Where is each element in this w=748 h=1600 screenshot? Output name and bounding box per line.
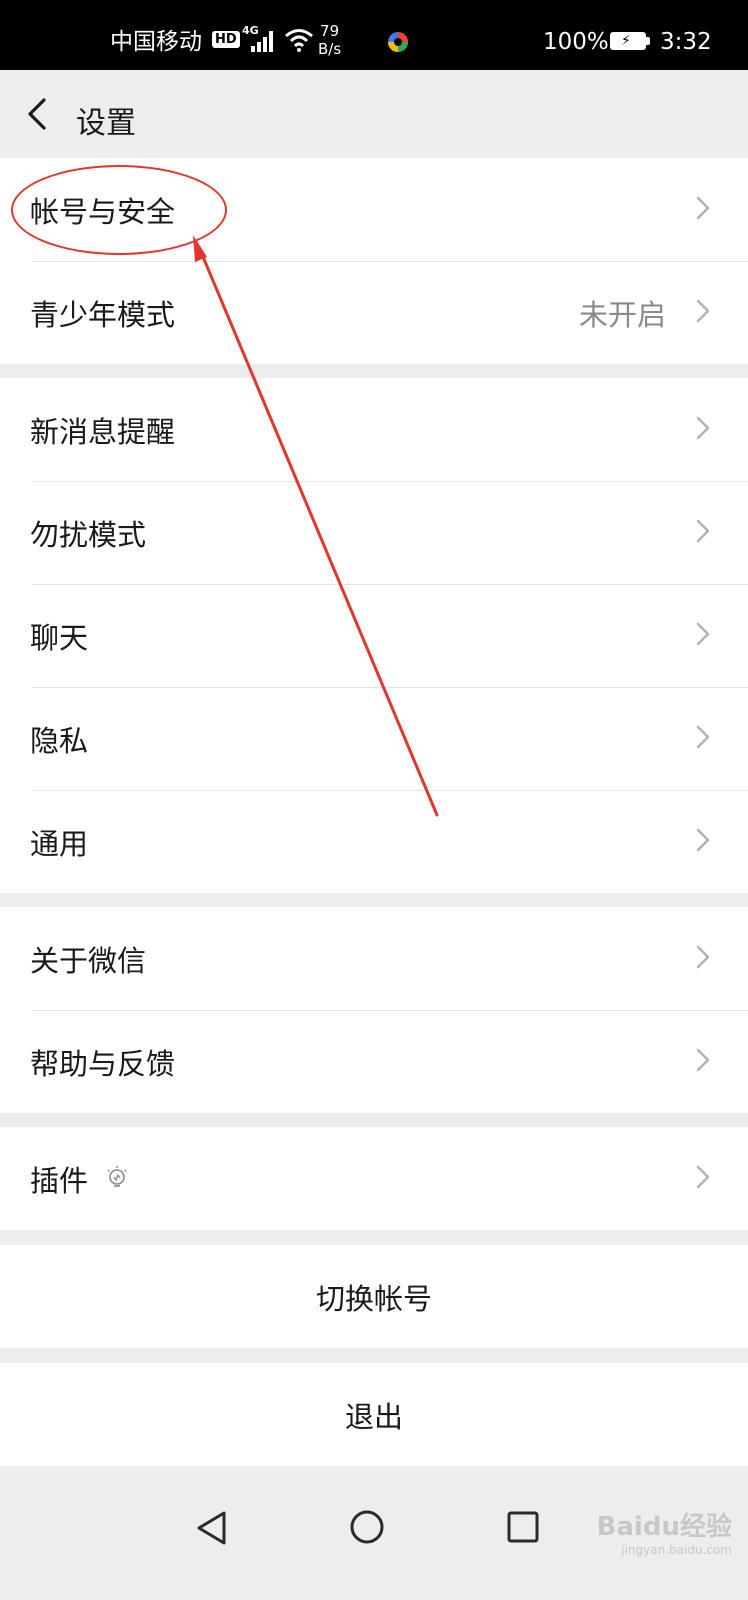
app-notification-icon (386, 30, 410, 54)
signal-icon (250, 30, 276, 52)
settings-item-do-not-disturb[interactable]: 勿扰模式 (0, 481, 748, 584)
hd-badge: HD (212, 31, 240, 48)
settings-item-label: 帐号与安全 (30, 194, 176, 229)
back-button[interactable] (20, 92, 64, 136)
settings-item-label: 隐私 (30, 723, 89, 758)
settings-item-about[interactable]: 关于微信 (0, 907, 748, 1010)
settings-item-chat[interactable]: 聊天 (0, 584, 748, 687)
watermark-url: jingyan.baidu.com (621, 1543, 732, 1557)
chevron-right-icon (696, 828, 710, 852)
settings-group-plugins: 插件 (0, 1127, 748, 1230)
switch-account-label: 切换帐号 (315, 1281, 432, 1316)
status-bar: 中国移动 HD 4G 79 B/s 100% ⚡ 3:32 (0, 0, 748, 70)
settings-group-about: 关于微信 帮助与反馈 (0, 907, 748, 1113)
settings-item-account-security[interactable]: 帐号与安全 (0, 158, 748, 261)
settings-item-label: 通用 (30, 826, 89, 861)
settings-item-general[interactable]: 通用 (0, 790, 748, 893)
battery-percent: 100% (543, 29, 609, 55)
teen-mode-status: 未开启 (578, 297, 666, 332)
battery-icon: ⚡ (610, 32, 650, 50)
settings-group-general: 新消息提醒 勿扰模式 聊天 隐私 通用 (0, 378, 748, 893)
chevron-right-icon (696, 416, 710, 440)
chevron-right-icon (696, 1048, 710, 1072)
speed-value: 79 (320, 22, 340, 40)
settings-item-teen-mode[interactable]: 青少年模式 未开启 (0, 261, 748, 364)
clock: 3:32 (660, 29, 712, 55)
chevron-right-icon (696, 299, 710, 323)
nav-home-button[interactable] (349, 1509, 385, 1549)
settings-item-help-feedback[interactable]: 帮助与反馈 (0, 1010, 748, 1113)
settings-group-account: 帐号与安全 青少年模式 未开启 (0, 158, 748, 364)
logout-label: 退出 (344, 1399, 403, 1434)
triangle-back-icon (197, 1511, 226, 1545)
switch-account-section: 切换帐号 (0, 1245, 748, 1348)
chevron-right-icon (696, 1165, 710, 1189)
lightbulb-icon (107, 1166, 127, 1187)
settings-item-label: 关于微信 (30, 943, 147, 978)
chevron-right-icon (696, 725, 710, 749)
baidu-watermark: Baidu经验 jingyan.baidu.com (597, 1506, 732, 1557)
carrier-name: 中国移动 (110, 29, 202, 55)
settings-item-privacy[interactable]: 隐私 (0, 687, 748, 790)
page-title: 设置 (76, 106, 136, 141)
wifi-icon (284, 28, 314, 52)
settings-item-notifications[interactable]: 新消息提醒 (0, 378, 748, 481)
nav-recents-button[interactable] (507, 1511, 539, 1547)
back-arrow-icon (28, 98, 46, 130)
page-header: 设置 (0, 70, 748, 158)
settings-item-plugins[interactable]: 插件 (0, 1127, 748, 1230)
chevron-right-icon (696, 622, 710, 646)
settings-item-label: 帮助与反馈 (30, 1046, 176, 1081)
settings-item-label: 聊天 (30, 620, 89, 655)
chevron-right-icon (696, 196, 710, 220)
logout-section: 退出 (0, 1363, 748, 1466)
square-recents-icon (507, 1511, 539, 1543)
watermark-brand: Baidu经验 (596, 1512, 732, 1542)
settings-item-label: 勿扰模式 (30, 517, 147, 552)
nav-back-button[interactable] (195, 1510, 229, 1550)
chevron-right-icon (696, 519, 710, 543)
speed-unit: B/s (318, 40, 342, 58)
settings-item-label: 插件 (30, 1163, 89, 1198)
circle-home-icon (350, 1510, 384, 1544)
chevron-right-icon (696, 945, 710, 969)
settings-item-label: 青少年模式 (30, 297, 176, 332)
network-speed: 79 B/s (318, 22, 341, 58)
logout-button[interactable]: 退出 (0, 1363, 748, 1466)
switch-account-button[interactable]: 切换帐号 (0, 1245, 748, 1348)
settings-item-label: 新消息提醒 (30, 414, 176, 449)
